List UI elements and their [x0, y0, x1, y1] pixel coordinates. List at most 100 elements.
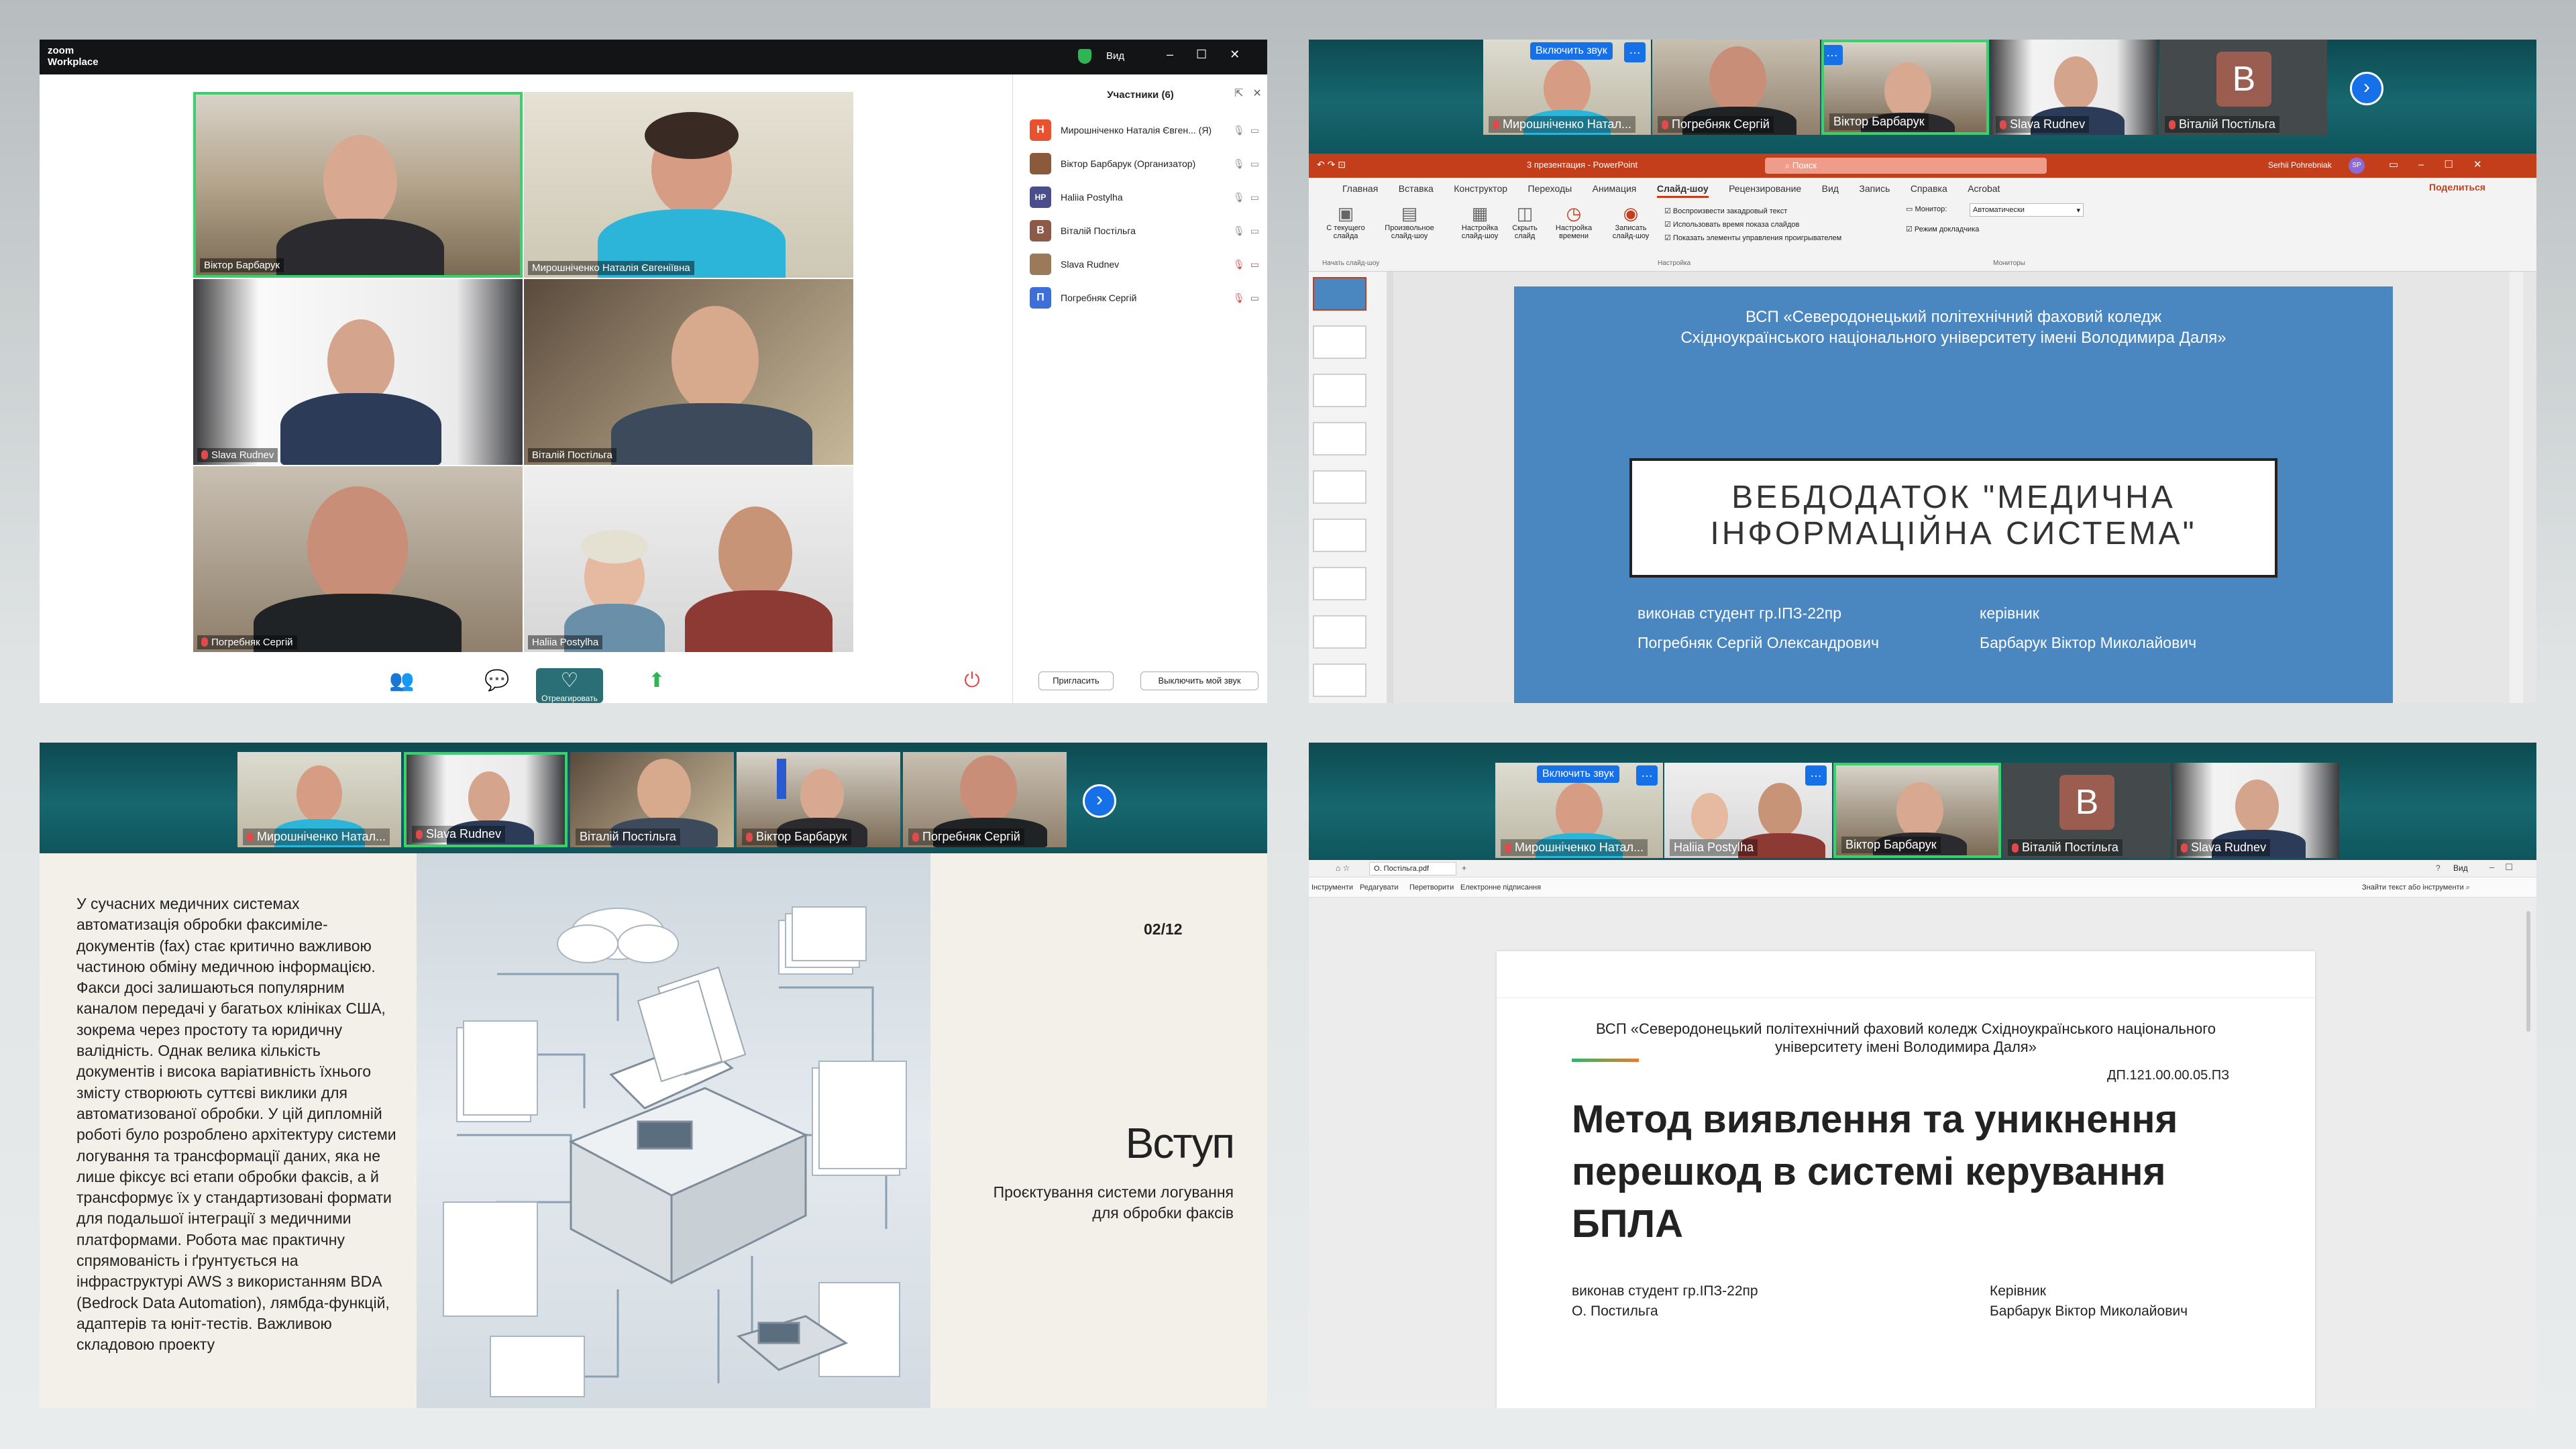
document-tab[interactable]: О. Постільга.pdf [1369, 862, 1456, 875]
tab-acrobat[interactable]: Acrobat [1968, 183, 2000, 194]
window-controls[interactable]: –☐ [2489, 862, 2524, 873]
share-button[interactable]: Поделиться [2429, 182, 2485, 193]
strip-tile[interactable]: Погребняк Сергій [1652, 40, 1820, 135]
quick-access-icons[interactable]: ↶ ↷ ⊡ [1317, 159, 1346, 170]
tab-review[interactable]: Рецензирование [1729, 183, 1801, 194]
scrollbar[interactable] [1387, 272, 1393, 703]
strip-tile[interactable]: Включить звук … Мирошніченко Натал... [1483, 40, 1651, 135]
search-box[interactable]: ⌕ Поиск [1765, 158, 2047, 174]
slide-thumbnail[interactable] [1313, 374, 1366, 407]
strip-tile[interactable]: Віктор Барбарук [1833, 763, 2001, 858]
strip-tile[interactable]: … Віктор Барбарук [1821, 40, 1989, 135]
narration-checkbox[interactable]: ☑ Воспроизвести закадровый текст [1664, 205, 1841, 218]
window-controls[interactable]: ▭–☐✕ [2389, 158, 2502, 170]
video-tile-1[interactable]: Віктор Барбарук [193, 92, 523, 278]
audio-button[interactable]: 🎙 Звук [53, 668, 120, 703]
participant-row[interactable]: Н Мирошніченко Наталія Євген... (Я) 🎙▭ [1030, 117, 1265, 144]
chat-button[interactable]: 💬 Чат [464, 668, 531, 703]
convert-menu[interactable]: Перетворити [1409, 883, 1454, 892]
timings-checkbox[interactable]: ☑ Использовать время показа слайдов [1664, 218, 1841, 231]
more-button[interactable]: ⋯ Дополнительно [777, 668, 845, 703]
slide-thumbnail[interactable] [1313, 615, 1366, 649]
reactions-button[interactable]: ♡ Отреагировать [536, 668, 603, 703]
from-current-slide-button[interactable]: ▣ С текущего слайда [1322, 203, 1369, 240]
slide-thumbnail[interactable] [1313, 663, 1366, 697]
video-tile-4[interactable]: Віталій Постільга [524, 279, 853, 465]
tab-design[interactable]: Конструктор [1454, 183, 1507, 194]
panel-controls[interactable]: ⇱✕ [1234, 87, 1267, 100]
more-options-button[interactable]: … [1805, 765, 1827, 786]
participant-row[interactable]: В Віталій Постільга 🎙▭ [1030, 217, 1265, 244]
view-menu[interactable]: Вид [2453, 863, 2468, 873]
participant-row[interactable]: Віктор Барбарук (Организатор) 🎙▭ [1030, 150, 1265, 177]
apps-button[interactable]: ⊞ Приложения [697, 668, 764, 703]
window-controls[interactable]: –☐✕ [1167, 48, 1263, 62]
slide-thumbnail[interactable] [1313, 470, 1366, 504]
participant-row[interactable]: HP Haliia Postylha 🎙▭ [1030, 184, 1265, 211]
share-button[interactable]: ⬆ Поделиться [623, 668, 690, 703]
invite-button[interactable]: Пригласить [1038, 672, 1114, 690]
tab-help[interactable]: Справка [1911, 183, 1947, 194]
strip-tile[interactable]: Slava Rudnev [2171, 763, 2339, 858]
strip-tile[interactable]: B Віталій Постільга [2159, 40, 2327, 135]
tab-home[interactable]: Главная [1342, 183, 1378, 194]
monitor-select[interactable]: Автоматически ▾ [1970, 203, 2084, 217]
strip-tile[interactable]: Мирошніченко Натал... [237, 752, 401, 847]
more-options-button[interactable]: … [1824, 45, 1843, 65]
video-tile-6[interactable]: Haliia Postylha [524, 466, 853, 652]
tab-slideshow[interactable]: Слайд-шоу [1656, 183, 1709, 198]
find-tool[interactable]: Знайти текст або інструменти ⌕ [2362, 883, 2470, 892]
avatar[interactable]: SP [2349, 158, 2365, 174]
setup-show-button[interactable]: ▦ Настройка слайд-шоу [1456, 203, 1503, 240]
slide-thumbnail[interactable] [1313, 519, 1366, 552]
edit-menu[interactable]: Редагувати [1360, 883, 1399, 892]
leave-button[interactable]: ⏻ Выйти [938, 668, 1006, 703]
strip-tile[interactable]: Погребняк Сергій [903, 752, 1067, 847]
record-show-button[interactable]: ◉ Записать слайд-шоу [1604, 203, 1658, 240]
tab-view[interactable]: Вид [1822, 183, 1839, 194]
new-tab-button[interactable]: + [1462, 863, 1466, 873]
tab-record[interactable]: Запись [1859, 183, 1890, 194]
participants-button[interactable]: 👥 Участники [368, 668, 435, 703]
mute-all-button[interactable]: Выключить мой звук [1140, 672, 1258, 690]
strip-tile[interactable]: Віктор Барбарук [737, 752, 900, 847]
presenter-view-checkbox[interactable]: ☑ Режим докладчика [1906, 225, 1979, 233]
view-button[interactable]: Вид [1106, 50, 1124, 62]
unmute-button[interactable]: Включить звук [1530, 42, 1613, 60]
hide-slide-button[interactable]: ◫ Скрыть слайд [1505, 203, 1545, 240]
rehearse-timings-button[interactable]: ◷ Настройка времени [1550, 203, 1597, 240]
strip-tile[interactable]: Slava Rudnev [1990, 40, 2158, 135]
scrollbar[interactable] [2526, 911, 2530, 1032]
strip-tile[interactable]: Slava Rudnev [404, 752, 568, 847]
video-tile-5[interactable]: Погребняк Сергій [193, 466, 523, 652]
strip-tile[interactable]: Включить звук … Мирошніченко Натал... [1495, 763, 1663, 858]
apps-icon: ⊞ [722, 669, 739, 692]
esign-menu[interactable]: Електронне підписання [1460, 883, 1541, 892]
help-icon[interactable]: ? [2436, 863, 2440, 873]
more-options-button[interactable]: … [1624, 42, 1646, 62]
tools-menu[interactable]: Інструменти [1311, 883, 1353, 892]
tab-animations[interactable]: Анимация [1593, 183, 1637, 194]
next-page-button[interactable]: › [1083, 784, 1116, 818]
unmute-button[interactable]: Включить звук [1537, 765, 1619, 783]
more-options-button[interactable]: … [1636, 765, 1658, 786]
tab-transitions[interactable]: Переходы [1528, 183, 1572, 194]
participant-row[interactable]: П Погребняк Сергій 🎙▭ [1030, 284, 1265, 311]
video-tile-2[interactable]: Мирошніченко Наталія Євгеніївна [524, 92, 853, 278]
slide-thumbnail[interactable] [1313, 277, 1366, 311]
next-page-button[interactable]: › [2350, 72, 2383, 105]
scrollbar[interactable] [2510, 272, 2523, 703]
video-tile-3[interactable]: Slava Rudnev [193, 279, 523, 465]
slide-thumbnail[interactable] [1313, 422, 1366, 455]
slide-thumbnail[interactable] [1313, 567, 1366, 600]
strip-tile[interactable]: Віталій Постільга [570, 752, 734, 847]
home-icon[interactable]: ⌂ ☆ [1336, 863, 1350, 873]
strip-tile[interactable]: … Haliia Postylha [1664, 763, 1832, 858]
slide-thumbnail[interactable] [1313, 325, 1366, 359]
custom-show-button[interactable]: ▤ Произвольное слайд-шоу [1376, 203, 1443, 240]
media-controls-checkbox[interactable]: ☑ Показать элементы управления проигрыва… [1664, 231, 1841, 245]
tab-insert[interactable]: Вставка [1399, 183, 1434, 194]
video-button[interactable]: ▣ Видео [120, 668, 187, 703]
strip-tile[interactable]: B Віталій Постільга [2002, 763, 2170, 858]
participant-row[interactable]: Slava Rudnev 🎙▭ [1030, 251, 1265, 278]
